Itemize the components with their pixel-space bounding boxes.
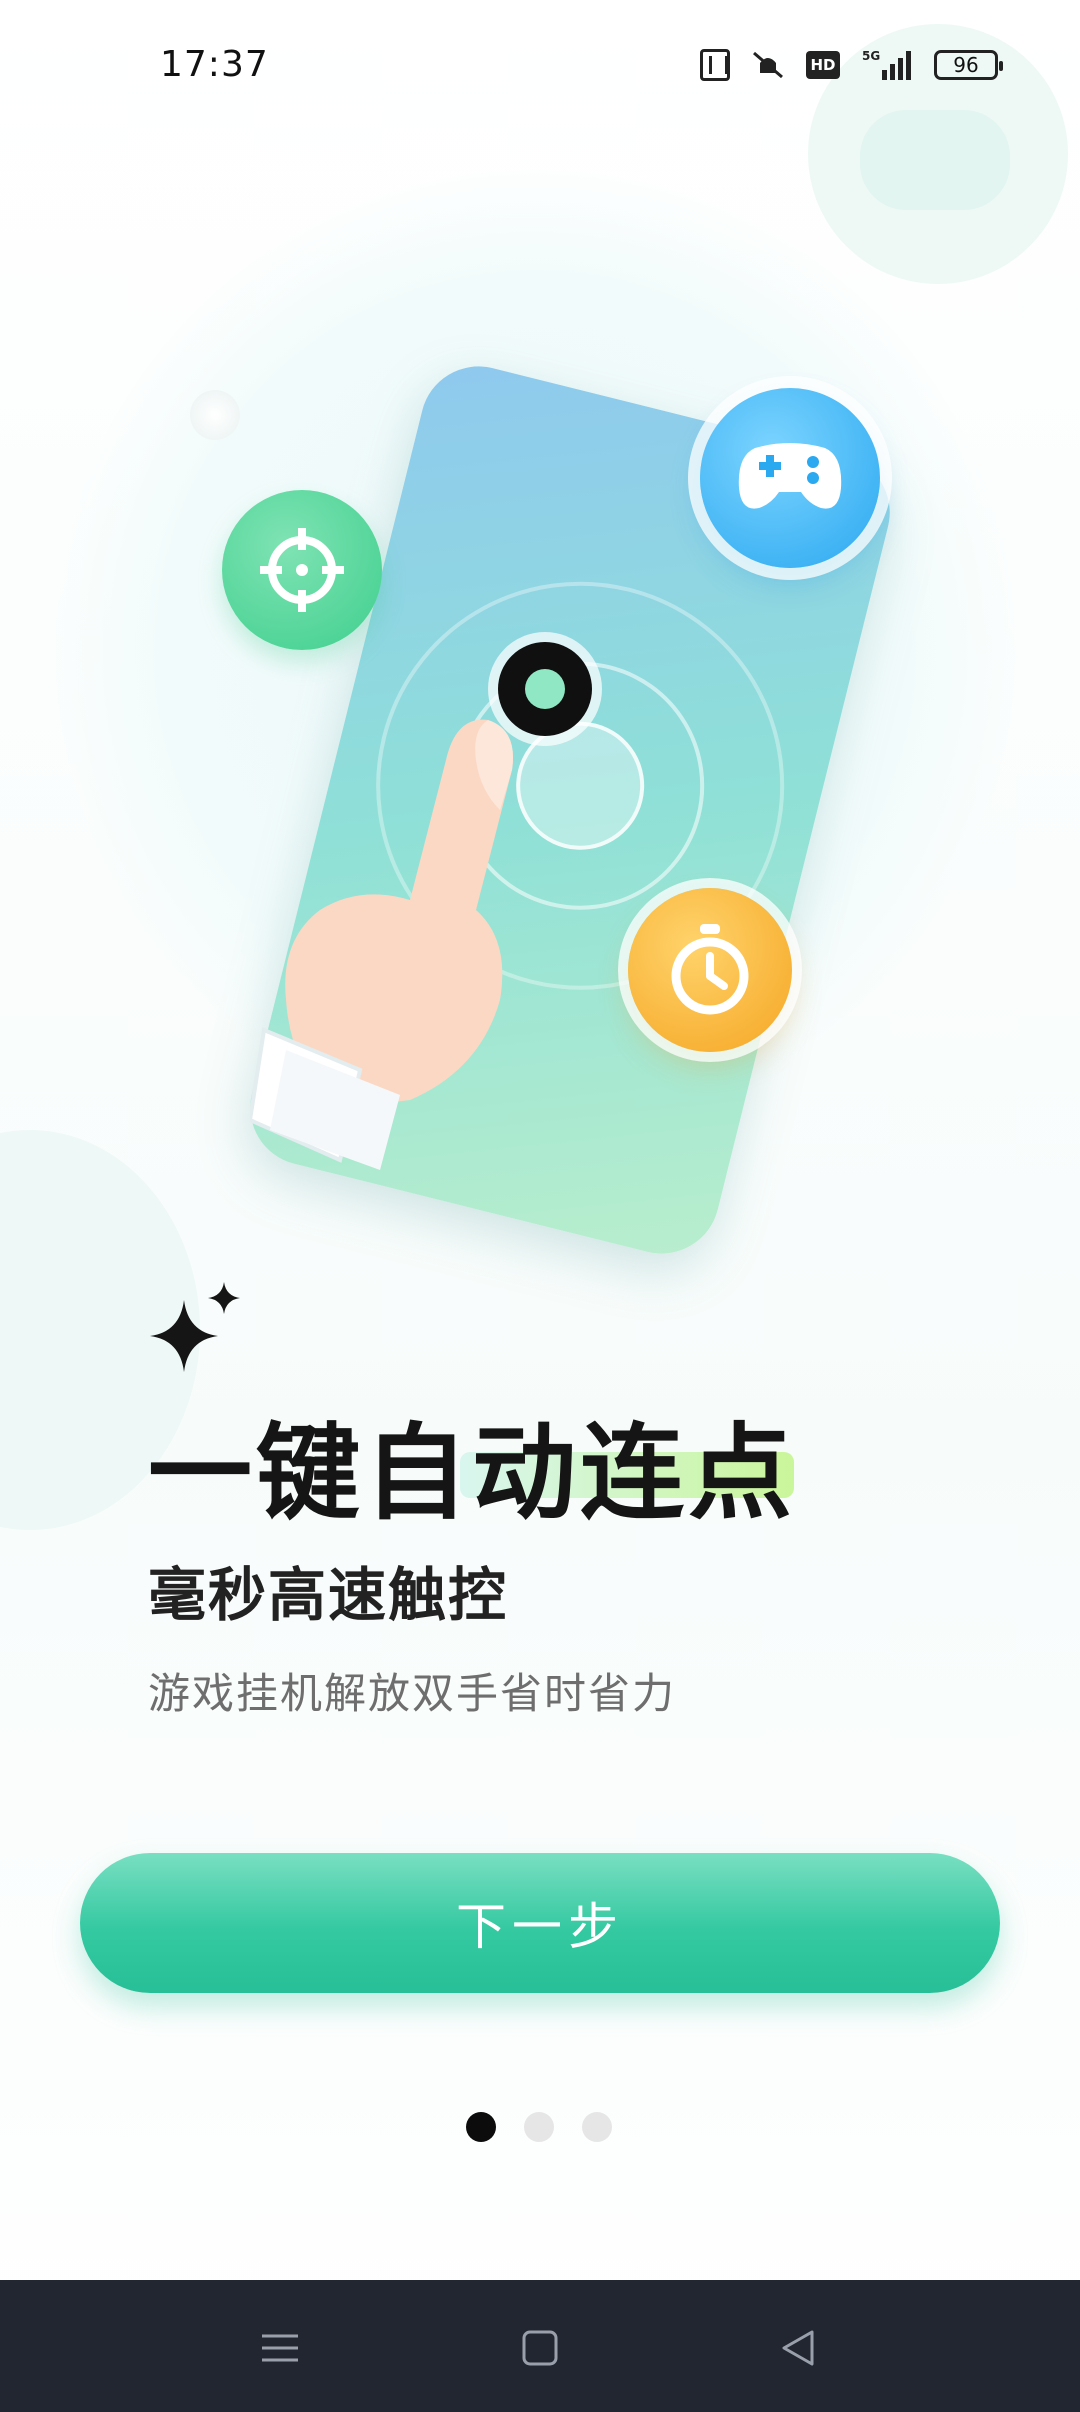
page-indicator-dot-3[interactable] xyxy=(582,2112,612,2142)
battery-level: 96 xyxy=(953,53,979,77)
status-icons: HD 5G 96 xyxy=(700,48,1003,82)
page-indicator-dot-1[interactable] xyxy=(466,2112,496,2142)
system-navigation-bar xyxy=(0,2280,1080,2412)
sparkle-icon xyxy=(148,1280,248,1384)
page-indicator-dot-2[interactable] xyxy=(524,2112,554,2142)
battery-icon: 96 xyxy=(934,50,1003,80)
hero-illustration xyxy=(0,130,1080,1266)
next-step-button[interactable]: 下一步 xyxy=(80,1853,1000,1993)
home-icon[interactable] xyxy=(510,2318,570,2378)
status-time: 17:37 xyxy=(160,44,269,85)
hd-icon: HD xyxy=(806,51,840,79)
finger-tap-icon xyxy=(247,700,550,1170)
page-description: 游戏挂机解放双手省时省力 xyxy=(148,1669,677,1718)
page-title: 一键自动连点 xyxy=(148,1412,797,1534)
back-icon[interactable] xyxy=(768,2318,828,2378)
onboarding-screen: 17:37 HD 5G 96 一键自动连点 毫秒高速触控 游戏挂机解放双手省时省… xyxy=(0,0,1080,2412)
mute-vibrate-icon xyxy=(750,49,786,81)
stopwatch-icon xyxy=(628,888,792,1052)
nfc-icon xyxy=(700,49,730,81)
decor-dot xyxy=(190,390,240,440)
5g-signal-icon: 5G xyxy=(860,48,914,82)
page-indicator xyxy=(466,2112,612,2142)
page-subtitle: 毫秒高速触控 xyxy=(148,1561,509,1629)
menu-icon[interactable] xyxy=(250,2318,310,2378)
gamepad-icon xyxy=(700,388,880,568)
crosshair-icon xyxy=(222,490,382,650)
svg-text:5G: 5G xyxy=(862,49,880,63)
status-bar: 17:37 HD 5G 96 xyxy=(0,0,1080,140)
